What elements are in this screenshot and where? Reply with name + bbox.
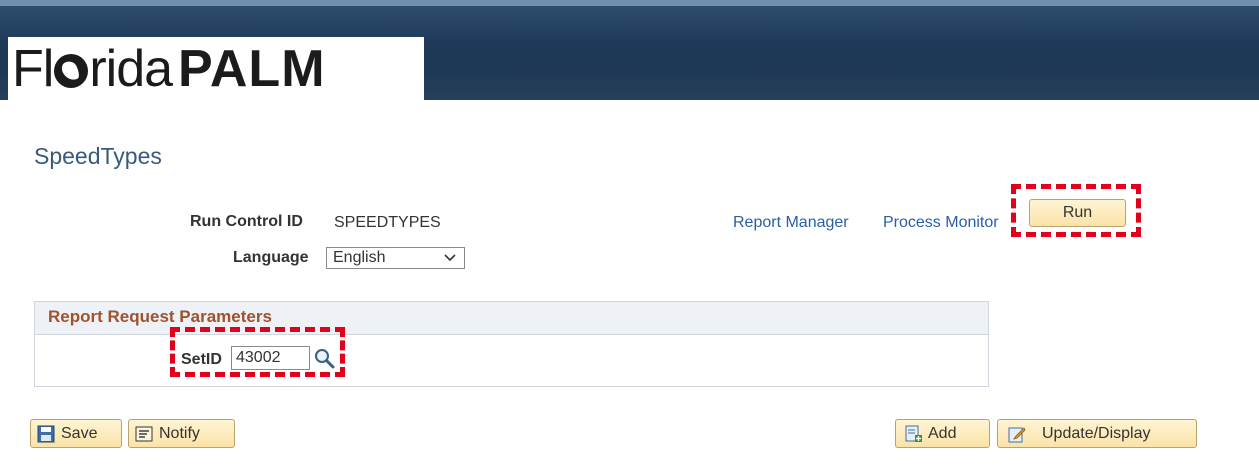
pencil-edit-icon [1008,425,1026,443]
add-button-label: Add [928,424,957,442]
logo-globe-icon [54,53,89,88]
process-monitor-link[interactable]: Process Monitor [883,214,999,232]
add-document-icon [904,425,922,443]
language-select[interactable]: English [326,247,465,269]
run-control-id-value: SPEEDTYPES [334,214,441,231]
logo-text-rida: rida [89,39,173,98]
setid-highlight-box [170,327,345,377]
run-control-id-label: Run Control ID [190,213,303,230]
update-display-button[interactable]: Update/Display [997,419,1197,448]
report-manager-link[interactable]: Report Manager [733,214,849,232]
add-button[interactable]: Add [895,419,990,448]
language-label: Language [233,249,309,266]
save-button-label: Save [61,424,98,442]
logo-text-fl: Fl [12,39,54,98]
chevron-down-icon [444,249,456,273]
notify-button-label: Notify [159,424,200,442]
update-display-button-label: Update/Display [1042,424,1151,442]
language-selected-value: English [333,249,386,266]
notify-button[interactable]: Notify [128,419,235,448]
florida-palm-logo: Fl rida PALM [8,37,424,100]
logo-wordmark: Fl rida PALM [12,43,326,95]
group-title: Report Request Parameters [48,307,272,326]
page-title: SpeedTypes [34,143,162,169]
run-highlight-box [1011,184,1141,237]
logo-text-palm: PALM [178,39,326,98]
floppy-disk-icon [37,425,55,443]
notify-icon [135,425,153,443]
save-button[interactable]: Save [30,419,122,448]
